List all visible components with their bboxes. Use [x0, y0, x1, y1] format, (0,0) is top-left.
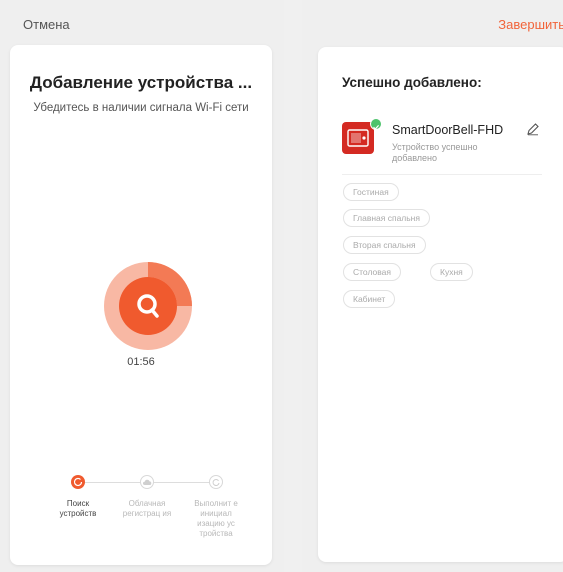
room-chip-master-bedroom[interactable]: Главная спальня [343, 209, 430, 227]
wifi-hint: Убедитесь в наличии сигнала Wi-Fi сети [33, 102, 249, 114]
room-chip-living-room[interactable]: Гостиная [343, 183, 399, 201]
room-chip-kitchen[interactable]: Кухня [430, 263, 473, 281]
finish-button[interactable]: Завершить [498, 17, 563, 32]
device-name: SmartDoorBell-FHD [392, 123, 504, 137]
success-title: Успешно добавлено: [342, 75, 482, 90]
step-3-indicator [209, 475, 223, 489]
step-2-indicator [140, 475, 154, 489]
device-status: Устройство успешно добавлено [392, 142, 478, 163]
doorbell-icon [342, 122, 374, 154]
room-chip-study[interactable]: Кабинет [343, 290, 396, 308]
step-3-label: Выполнит е инициал изацию ус тройства [194, 499, 238, 538]
room-chip-second-bedroom[interactable]: Вторая спальня [343, 236, 426, 254]
pencil-icon [527, 123, 539, 136]
adding-device-screen: Отмена Добавление устройства ... Убедите… [0, 0, 284, 572]
room-chip-dining-room[interactable]: Столовая [343, 263, 402, 281]
check-icon [373, 124, 380, 130]
success-check-badge [370, 118, 382, 130]
search-progress-spinner [104, 262, 192, 350]
adding-device-card: Добавление устройства ... Убедитесь в на… [10, 45, 272, 565]
success-screen: Завершить Успешно добавлено: SmartDoorBe… [302, 0, 563, 572]
countdown-timer: 01:56 [127, 356, 155, 368]
step-1-label: Поиск устройств [59, 499, 97, 518]
refresh-icon [212, 479, 220, 487]
edit-name-button[interactable] [526, 122, 540, 141]
refresh-icon [73, 477, 83, 487]
page-title: Добавление устройства ... [29, 73, 253, 92]
search-icon [137, 294, 159, 318]
step-2-label: Облачная регистрац ия [122, 499, 172, 518]
cancel-button[interactable]: Отмена [23, 17, 70, 32]
cloud-icon [142, 479, 152, 485]
step-1-indicator [71, 475, 85, 489]
success-card: Успешно добавлено: SmartDoorBell-FHD Уст… [318, 47, 563, 562]
search-button-core [119, 277, 177, 335]
divider [342, 174, 542, 175]
